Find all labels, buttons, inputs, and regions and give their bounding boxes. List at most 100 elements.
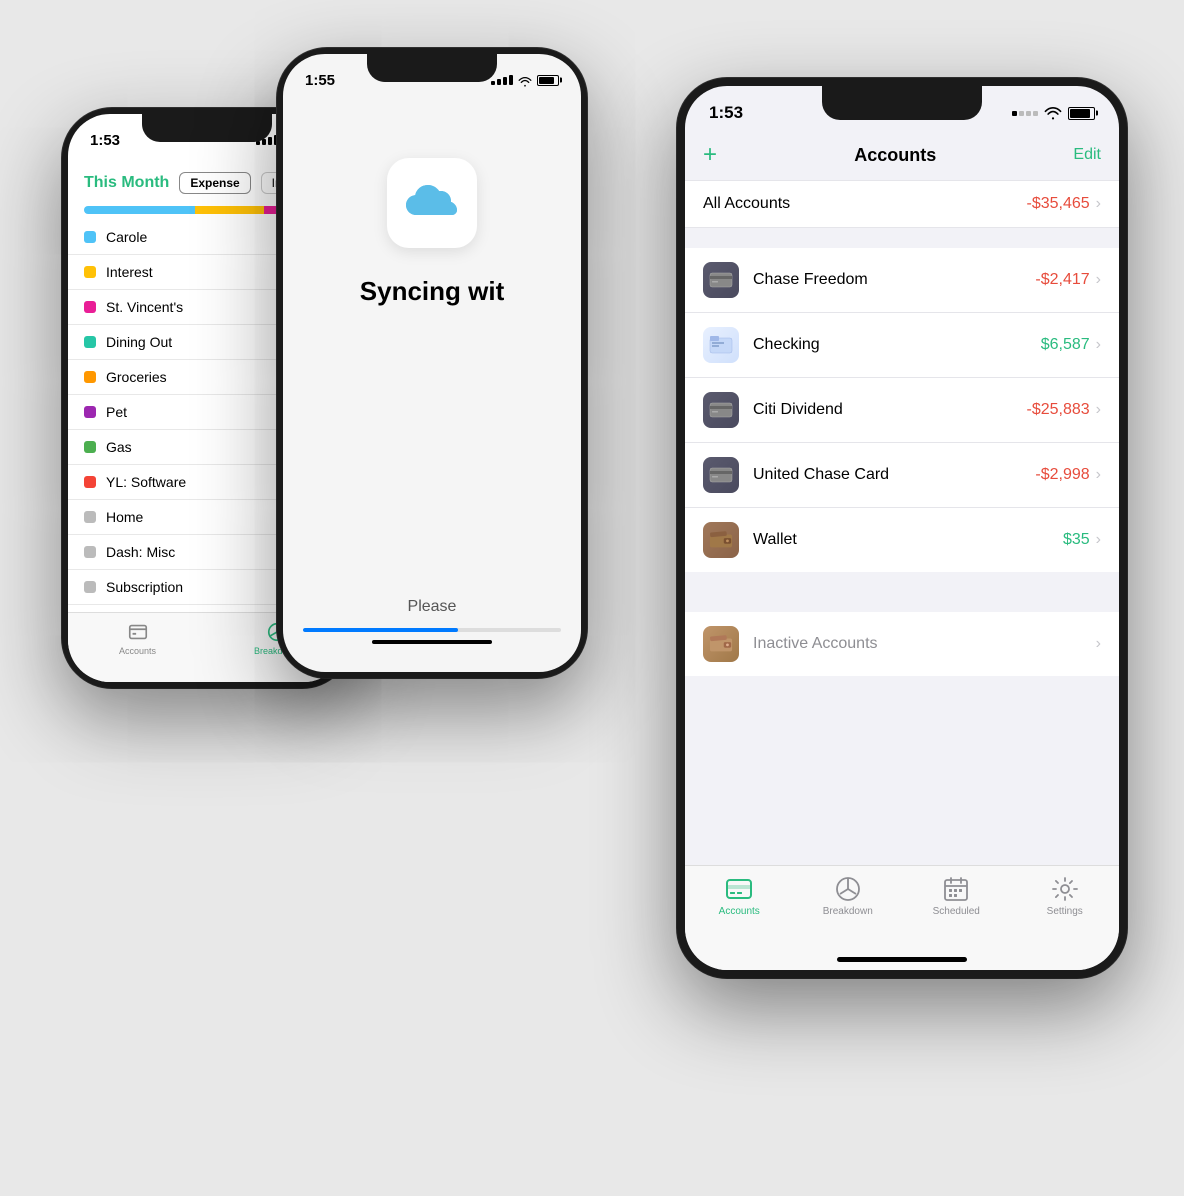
account-row[interactable]: Citi Dividend -$25,883 › — [685, 378, 1119, 443]
account-name: Citi Dividend — [753, 401, 843, 418]
credit-card-svg — [709, 272, 733, 288]
sync-bottom: Please — [283, 578, 581, 672]
chase-freedom-icon — [703, 262, 739, 298]
tab-breakdown-main[interactable]: Breakdown — [794, 876, 903, 917]
item-name: Subscription — [106, 579, 183, 595]
inactive-section: Inactive Accounts › — [685, 612, 1119, 676]
tab-settings-main-label: Settings — [1047, 906, 1083, 917]
home-indicator — [837, 957, 967, 962]
chevron-icon: › — [1096, 271, 1101, 289]
account-amount: $35 — [1063, 531, 1090, 549]
dot — [84, 511, 96, 523]
account-amount: $6,587 — [1041, 336, 1090, 354]
all-accounts-value: -$35,465 › — [1027, 195, 1102, 213]
account-details: Inactive Accounts — [753, 635, 1096, 653]
sync-title: Syncing wit — [340, 276, 524, 307]
dot — [84, 581, 96, 593]
united-icon — [703, 457, 739, 493]
account-right: -$25,883 › — [1027, 401, 1102, 419]
item-name: Gas — [106, 439, 132, 455]
tab-accounts-main[interactable]: Accounts — [685, 876, 794, 917]
time-1: 1:53 — [90, 132, 120, 149]
chevron-icon: › — [1096, 336, 1101, 354]
all-accounts-amount: -$35,465 — [1027, 195, 1090, 213]
tab-scheduled-main-label: Scheduled — [933, 906, 980, 917]
account-row[interactable]: Checking $6,587 › — [685, 313, 1119, 378]
account-right: $6,587 › — [1041, 336, 1101, 354]
phone-accounts: 1:53 — [677, 78, 1127, 978]
home-indicator-mid — [372, 640, 492, 644]
notch-3 — [822, 86, 982, 120]
chevron-icon: › — [1096, 401, 1101, 419]
inactive-label: Inactive Accounts — [753, 635, 878, 652]
item-name: St. Vincent's — [106, 299, 183, 315]
chevron-icon: › — [1096, 195, 1101, 213]
settings-tab-icon — [1051, 876, 1079, 902]
nav-title: Accounts — [854, 145, 936, 166]
wallet-svg — [709, 530, 733, 550]
tab-scheduled-main[interactable]: Scheduled — [902, 876, 1011, 917]
dot — [84, 371, 96, 383]
dot — [84, 476, 96, 488]
add-button[interactable]: + — [703, 141, 717, 169]
scene: 1:53 — [42, 48, 1142, 1148]
tab-accounts-label: Accounts — [119, 646, 156, 656]
citi-icon — [703, 392, 739, 428]
account-name: United Chase Card — [753, 466, 889, 483]
credit-card-svg-3 — [709, 467, 733, 483]
credit-card-svg-2 — [709, 402, 733, 418]
dot — [84, 441, 96, 453]
cloud-icon — [402, 181, 462, 226]
chevron-icon: › — [1096, 531, 1101, 549]
spacer — [685, 572, 1119, 592]
home-bar — [685, 953, 1119, 970]
account-right: -$2,417 › — [1035, 271, 1101, 289]
flex-spacer — [685, 676, 1119, 865]
scheduled-tab-icon — [942, 876, 970, 902]
inactive-row[interactable]: Inactive Accounts › — [685, 612, 1119, 676]
sync-content: Syncing wit — [283, 98, 581, 578]
accounts-section: Chase Freedom -$2,417 › — [685, 248, 1119, 572]
dot — [84, 546, 96, 558]
account-row[interactable]: Wallet $35 › — [685, 508, 1119, 572]
tab-accounts[interactable]: Accounts — [68, 621, 207, 656]
item-name: Home — [106, 509, 143, 525]
wifi-icon-2 — [518, 75, 532, 85]
account-name: Chase Freedom — [753, 271, 868, 288]
wifi-icon-3 — [1044, 107, 1062, 120]
period-label[interactable]: This Month — [84, 174, 169, 192]
dot — [84, 231, 96, 243]
account-row[interactable]: United Chase Card -$2,998 › — [685, 443, 1119, 508]
signal-icon-2 — [491, 75, 513, 85]
item-name: Groceries — [106, 369, 167, 385]
dot — [84, 336, 96, 348]
time-3: 1:53 — [709, 103, 743, 123]
account-details: Citi Dividend — [753, 401, 1027, 419]
account-right: › — [1096, 635, 1101, 653]
battery-icon-3 — [1068, 107, 1095, 120]
all-accounts-row[interactable]: All Accounts -$35,465 › — [685, 181, 1119, 228]
inactive-wallet-svg — [709, 634, 733, 654]
item-name: Dash: Misc — [106, 544, 175, 560]
account-row[interactable]: Chase Freedom -$2,417 › — [685, 248, 1119, 313]
item-name: Dining Out — [106, 334, 172, 350]
dot — [84, 406, 96, 418]
tab-settings-main[interactable]: Settings — [1011, 876, 1120, 917]
accounts-icon — [127, 621, 149, 643]
checking-svg — [709, 335, 733, 355]
bar-segment-2 — [195, 206, 264, 214]
account-name: Checking — [753, 336, 820, 353]
chevron-icon: › — [1096, 466, 1101, 484]
account-amount: -$2,417 — [1035, 271, 1089, 289]
notch-1 — [142, 114, 272, 142]
expense-btn[interactable]: Expense — [179, 172, 250, 194]
tab-accounts-main-label: Accounts — [719, 906, 760, 917]
dot — [84, 266, 96, 278]
edit-button[interactable]: Edit — [1073, 146, 1101, 164]
notch-2 — [367, 54, 497, 82]
inactive-icon — [703, 626, 739, 662]
account-right: -$2,998 › — [1035, 466, 1101, 484]
time-2: 1:55 — [305, 72, 335, 89]
item-name: YL: Software — [106, 474, 186, 490]
phone-syncing: 1:55 — [277, 48, 587, 678]
